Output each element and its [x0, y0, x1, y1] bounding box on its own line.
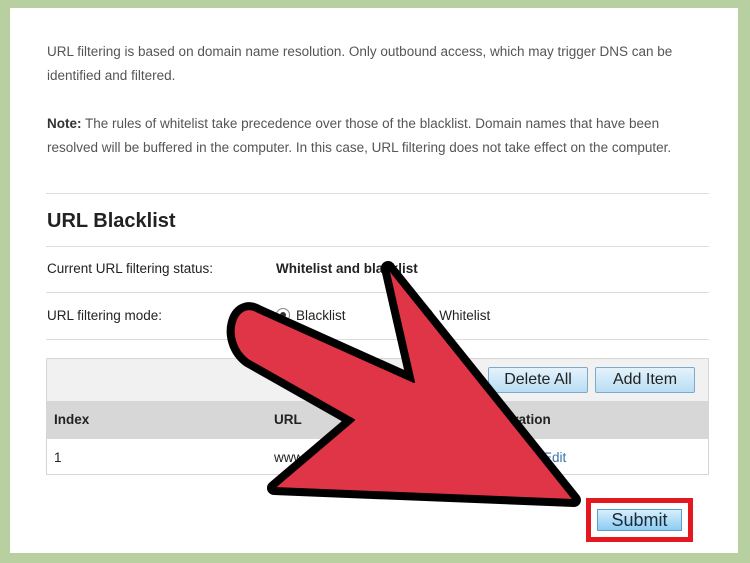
blacklist-radio-option[interactable]: Blacklist	[276, 308, 346, 323]
divider	[46, 193, 709, 194]
submit-button[interactable]: Submit	[597, 509, 682, 531]
row-index: 1	[54, 450, 62, 465]
radio-selected-icon[interactable]	[276, 308, 290, 322]
radio-unselected-icon[interactable]	[419, 308, 434, 322]
settings-panel: URL filtering is based on domain name re…	[10, 8, 738, 553]
mode-label: URL filtering mode:	[47, 308, 163, 323]
edit-link[interactable]: Edit	[543, 450, 566, 465]
mode-options: Blacklist Whitelist	[276, 308, 490, 323]
note-paragraph: Note: The rules of whitelist take preced…	[47, 112, 707, 160]
section-title: URL Blacklist	[47, 210, 176, 232]
whitelist-label: Whitelist	[439, 308, 491, 323]
column-header-index: Index	[54, 412, 90, 427]
url-table: Delete All Add Item Index URL Operation …	[46, 358, 709, 475]
intro-paragraph: URL filtering is based on domain name re…	[47, 44, 673, 83]
add-item-button[interactable]: Add Item	[595, 367, 695, 393]
status-label: Current URL filtering status:	[47, 261, 214, 276]
divider	[46, 246, 709, 247]
divider	[46, 339, 709, 340]
column-header-operation: Operation	[487, 412, 551, 427]
note-label: Note:	[47, 116, 82, 131]
status-value: Whitelist and blacklist	[276, 261, 418, 276]
row-url: www	[274, 450, 304, 465]
submit-highlight: Submit	[586, 498, 693, 542]
note-text: The rules of whitelist take precedence o…	[47, 116, 672, 155]
divider	[46, 292, 709, 293]
table-toolbar: Delete All Add Item	[47, 359, 708, 401]
table-row: 1 www Edit	[47, 439, 708, 474]
delete-all-button[interactable]: Delete All	[488, 367, 588, 393]
column-header-url: URL	[274, 412, 302, 427]
whitelist-radio-option[interactable]: Whitelist	[419, 308, 490, 323]
table-header: Index URL Operation	[47, 401, 708, 439]
blacklist-label: Blacklist	[296, 308, 346, 323]
intro-text: URL filtering is based on domain name re…	[47, 40, 707, 184]
